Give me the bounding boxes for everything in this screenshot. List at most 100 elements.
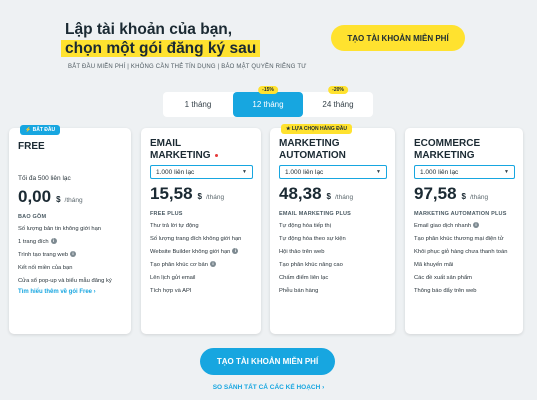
feature-item: Lên lịch gửi email <box>150 272 253 285</box>
price-value: 97,58 <box>414 184 457 203</box>
feature-item: Email giao dịch nhanh i <box>414 220 515 233</box>
price-row: 97,58 $ /tháng <box>414 184 515 204</box>
compare-all-plans-link[interactable]: SO SÁNH TẤT CẢ CÁC KẾ HOẠCH › <box>0 384 537 391</box>
features-heading: EMAIL MARKETING PLUS <box>279 211 352 217</box>
price-currency: $ <box>197 192 202 201</box>
contacts-select-value: 1.000 liên lạc <box>285 168 324 176</box>
contacts-select-value: 1.000 liên lạc <box>420 168 459 176</box>
feature-text: Thông báo đẩy trên web <box>414 288 477 294</box>
features-heading: BAO GỒM <box>18 214 47 220</box>
feature-item: Các đề xuất sản phẩm <box>414 272 515 285</box>
info-icon[interactable]: i <box>232 248 239 255</box>
billing-period-switch: 1 tháng -15% 12 tháng -20% 24 tháng <box>163 86 373 117</box>
plan-card-marketing-automation: ★ LỰA CHỌN HÀNG ĐẦU MARKETING AUTOMATION… <box>270 124 395 334</box>
feature-text: Mã khuyến mãi <box>414 262 454 268</box>
plan-name: MARKETING AUTOMATION <box>279 138 387 162</box>
new-dot-icon <box>214 153 218 157</box>
lightning-icon: ⚡ <box>25 127 32 133</box>
contacts-select-value: 1.000 liên lạc <box>156 168 195 176</box>
feature-list: Số lượng bản tin không giới hạn 1 trang … <box>18 223 123 288</box>
plan-name-line2: MARKETING <box>150 150 211 161</box>
feature-text: 1 trang đích <box>18 239 49 245</box>
price-row: 15,58 $ /tháng <box>150 184 253 204</box>
feature-text: Website Builder không giới hạn <box>150 249 231 255</box>
plan-name-line1: MARKETING <box>279 138 340 149</box>
feature-item: Tạo phân khúc cơ bản i <box>150 259 253 272</box>
feature-item: Trình tạo trang web i <box>18 249 123 262</box>
feature-text: Các đề xuất sản phẩm <box>414 275 473 281</box>
price-row: 48,38 $ /tháng <box>279 184 387 204</box>
star-icon: ★ <box>286 126 291 132</box>
feature-item: Số lượng trang đích không giới hạn <box>150 233 253 246</box>
chevron-down-icon: ▼ <box>504 169 509 175</box>
plan-card-email-marketing: EMAIL MARKETING 1.000 liên lạc ▼ 15,58 $… <box>141 128 261 334</box>
feature-text: Phễu bán hàng <box>279 288 319 294</box>
learn-more-free-link[interactable]: Tìm hiểu thêm về gói Free › <box>18 289 123 295</box>
plan-tag: ★ LỰA CHỌN HÀNG ĐẦU <box>281 124 352 134</box>
features-heading: FREE PLUS <box>150 211 183 217</box>
plan-tag: ⚡ BẮT ĐẦU <box>20 125 61 135</box>
tab-label: 24 tháng <box>322 100 354 109</box>
feature-item: 1 trang đích i <box>18 236 123 249</box>
plan-name-line1: ECOMMERCE <box>414 138 481 149</box>
plan-card-free: ⚡ BẮT ĐẦU FREE Tối đa 500 liên lạc 0,00 … <box>9 125 131 334</box>
feature-item: Tạo phân khúc thương mại điện tử <box>414 233 515 246</box>
tab-24-months[interactable]: -20% 24 tháng <box>303 86 373 117</box>
tab-label: 1 tháng <box>184 100 212 109</box>
feature-item: Tự động hóa theo sự kiện <box>279 233 387 246</box>
info-icon[interactable]: i <box>209 261 216 268</box>
feature-item: Hội thảo trên web <box>279 246 387 259</box>
hero-title-line1: Lập tài khoản của bạn, <box>65 21 233 38</box>
feature-list: Tự động hóa tiếp thị Tự động hóa theo sự… <box>279 220 387 298</box>
price-value: 0,00 <box>18 187 52 206</box>
feature-text: Số lượng trang đích không giới hạn <box>150 236 242 242</box>
feature-text: Tạo phân khúc nâng cao <box>279 262 343 268</box>
feature-text: Cửa sổ pop-up và biểu mẫu đăng ký <box>18 278 112 284</box>
contacts-select[interactable]: 1.000 liên lạc ▼ <box>279 165 387 179</box>
contacts-select[interactable]: 1.000 liên lạc ▼ <box>414 165 515 179</box>
feature-text: Tạo phân khúc cơ bản <box>150 262 208 268</box>
feature-item: Tạo phân khúc nâng cao <box>279 259 387 272</box>
feature-item: Mã khuyến mãi <box>414 259 515 272</box>
feature-item: Khôi phục giỏ hàng chưa thanh toán <box>414 246 515 259</box>
feature-text: Trình tạo trang web <box>18 252 69 258</box>
plan-name: ECOMMERCE MARKETING <box>414 138 515 162</box>
feature-list: Thư trả lời tự động Số lượng trang đích … <box>150 220 253 298</box>
plan-tag-label: BẮT ĐẦU <box>32 127 56 133</box>
price-period: /tháng <box>64 197 83 204</box>
info-icon[interactable]: i <box>70 251 77 258</box>
feature-item: Số lượng bản tin không giới hạn <box>18 223 123 236</box>
price-currency: $ <box>461 192 466 201</box>
plan-card-ecommerce-marketing: ECOMMERCE MARKETING 1.000 liên lạc ▼ 97,… <box>405 128 523 334</box>
feature-text: Tích hợp và API <box>150 288 192 294</box>
discount-badge: -15% <box>258 86 278 94</box>
feature-text: Kết nối miền của bạn <box>18 265 73 271</box>
price-currency: $ <box>326 192 331 201</box>
price-row: 0,00 $ /tháng <box>18 187 123 207</box>
info-icon[interactable]: i <box>50 238 57 245</box>
plan-name-line1: EMAIL <box>150 138 182 149</box>
price-currency: $ <box>56 195 61 204</box>
create-free-account-button-bottom[interactable]: TẠO TÀI KHOẢN MIỄN PHÍ <box>200 348 335 375</box>
tab-1-month[interactable]: 1 tháng <box>163 92 233 117</box>
tab-label: 12 tháng <box>252 100 284 109</box>
price-period: /tháng <box>335 194 354 201</box>
feature-item: Thư trả lời tự động <box>150 220 253 233</box>
price-period: /tháng <box>206 194 225 201</box>
plan-name-line2: MARKETING <box>414 150 475 161</box>
tab-12-months[interactable]: -15% 12 tháng <box>233 86 303 117</box>
feature-item: Thông báo đẩy trên web <box>414 285 515 298</box>
plan-tag-label: LỰA CHỌN HÀNG ĐẦU <box>291 126 347 132</box>
hero-subtitle: BẮT ĐẦU MIỄN PHÍ | KHÔNG CẦN THẺ TÍN DỤN… <box>68 64 307 70</box>
create-free-account-button-top[interactable]: TẠO TÀI KHOẢN MIỄN PHÍ <box>331 25 465 51</box>
contacts-select[interactable]: 1.000 liên lạc ▼ <box>150 165 253 179</box>
hero-title-line2: chọn một gói đăng ký sau <box>61 40 261 57</box>
price-period: /tháng <box>470 194 489 201</box>
plan-name: FREE <box>18 141 45 152</box>
feature-list: Email giao dịch nhanh i Tạo phân khúc thư… <box>414 220 515 298</box>
price-value: 48,38 <box>279 184 322 203</box>
feature-item: Tự động hóa tiếp thị <box>279 220 387 233</box>
feature-item: Website Builder không giới hạn i <box>150 246 253 259</box>
chevron-down-icon: ▼ <box>242 169 247 175</box>
info-icon[interactable]: i <box>473 222 480 229</box>
